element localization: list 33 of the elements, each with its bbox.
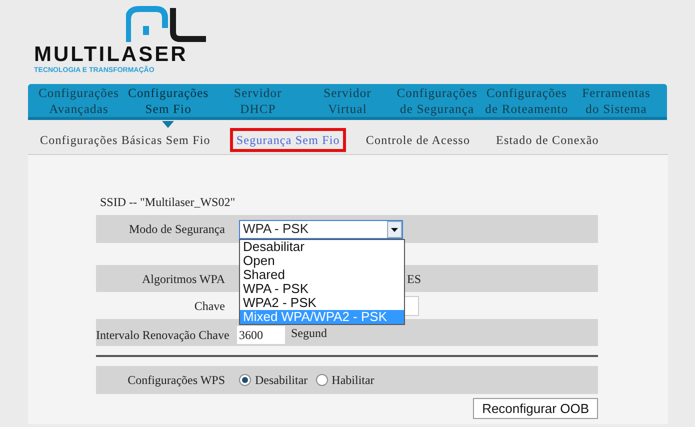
reconfigure-button[interactable]: Reconfigurar OOB bbox=[473, 398, 598, 419]
field-value: ES bbox=[407, 270, 422, 288]
subnav-link[interactable]: Segurança Sem Fio bbox=[230, 128, 346, 152]
nav-tab[interactable]: Configurações Sem Fio bbox=[124, 84, 214, 117]
subnav-link[interactable]: Controle de Acesso bbox=[360, 128, 476, 152]
nav-tab[interactable]: Ferramentas do Sistema bbox=[571, 84, 662, 117]
renewal-interval-input[interactable]: 3600 bbox=[237, 326, 285, 344]
subnav-link[interactable]: Configurações Básicas Sem Fio bbox=[34, 128, 216, 152]
nav-tab[interactable]: Configurações de Segurança bbox=[392, 84, 482, 117]
security-mode-select[interactable]: WPA - PSK bbox=[239, 220, 403, 238]
dropdown-option[interactable]: WPA2 - PSK bbox=[240, 296, 404, 310]
ssid-text: SSID -- "Multilaser_WS02" bbox=[99, 194, 236, 211]
nav-tab[interactable]: Servidor Virtual bbox=[302, 84, 392, 117]
radio-option[interactable]: Desabilitar bbox=[239, 371, 308, 389]
radio-button[interactable] bbox=[316, 374, 328, 386]
radio-option[interactable]: Habilitar bbox=[316, 371, 374, 389]
unit-label: Segund bbox=[291, 325, 327, 342]
radio-button[interactable] bbox=[239, 374, 251, 386]
logo-wordmark: MULTILASER bbox=[34, 44, 188, 66]
nav-tab[interactable]: Configurações Avançadas bbox=[34, 84, 124, 117]
field-label: Chave bbox=[193, 298, 226, 314]
field-label: Modo de Segurança bbox=[128, 221, 226, 238]
nav-tab[interactable]: Configurações de Roteamento bbox=[482, 84, 572, 117]
dropdown-option[interactable]: Shared bbox=[240, 268, 404, 282]
nav-tab[interactable]: Servidor DHCP bbox=[213, 84, 303, 117]
field-label: Configurações WPS bbox=[126, 372, 226, 389]
field-label: Intervalo Renovação Chave bbox=[96, 327, 230, 344]
dropdown-option[interactable]: Open bbox=[240, 254, 404, 268]
subnav-link[interactable]: Estado de Conexão bbox=[490, 128, 605, 152]
field-label: Algoritmos WPA bbox=[140, 270, 226, 288]
logo-icon bbox=[126, 6, 208, 44]
dropdown-option[interactable]: WPA - PSK bbox=[240, 282, 404, 296]
dropdown-option[interactable]: Desabilitar bbox=[240, 240, 404, 254]
